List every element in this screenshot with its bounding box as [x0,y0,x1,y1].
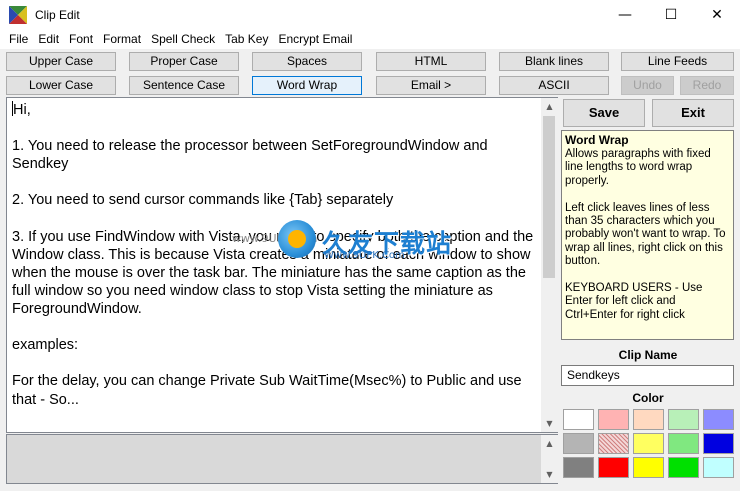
menu-spell-check[interactable]: Spell Check [146,29,220,49]
color-swatch[interactable] [633,457,664,478]
clip-name-label: Clip Name [618,348,678,362]
color-swatch[interactable] [703,409,734,430]
maximize-button[interactable]: ☐ [648,0,694,29]
menu-format[interactable]: Format [98,29,146,49]
lower-case-button[interactable]: Lower Case [6,76,116,95]
email-button[interactable]: Email > [376,76,486,95]
undo-button[interactable]: Undo [621,76,674,95]
menu-bar: File Edit Font Format Spell Check Tab Ke… [0,29,740,49]
help-panel: Word Wrap Allows paragraphs with fixed l… [561,130,734,340]
menu-edit[interactable]: Edit [33,29,64,49]
color-swatch[interactable] [563,457,594,478]
color-swatch[interactable] [598,457,629,478]
color-swatch[interactable] [563,409,594,430]
menu-file[interactable]: File [4,29,33,49]
color-swatch[interactable] [633,409,664,430]
app-icon [9,5,27,24]
upper-case-button[interactable]: Upper Case [6,52,116,71]
lower-scrollbar[interactable]: ▲ ▼ [541,435,558,483]
text-editor[interactable]: Hi, 1. You need to release the processor… [6,97,558,433]
html-button[interactable]: HTML [376,52,486,71]
color-swatch[interactable] [668,409,699,430]
scroll-thumb[interactable] [543,116,555,278]
scroll-up-icon[interactable]: ▲ [541,98,558,115]
editor-text: Hi, 1. You need to release the processor… [12,101,537,409]
lower-scroll-up-icon[interactable]: ▲ [541,435,558,452]
color-swatch[interactable] [668,433,699,454]
exit-button[interactable]: Exit [652,99,734,127]
proper-case-button[interactable]: Proper Case [129,52,239,71]
clip-name-input[interactable]: Sendkeys [561,365,734,386]
minimize-button[interactable]: — [602,0,648,29]
lower-panel [6,434,558,484]
line-feeds-button[interactable]: Line Feeds [621,52,734,71]
color-swatch[interactable] [633,433,664,454]
editor-content: Hi, 1. You need to release the processor… [12,102,534,408]
color-swatch[interactable] [563,433,594,454]
lower-scroll-down-icon[interactable]: ▼ [541,466,558,483]
window-title: Clip Edit [35,7,80,22]
ascii-button[interactable]: ASCII [499,76,609,95]
menu-tab-key[interactable]: Tab Key [220,29,273,49]
close-button[interactable]: ✕ [694,0,740,29]
blank-lines-button[interactable]: Blank lines [499,52,609,71]
color-swatch[interactable] [703,457,734,478]
editor-scrollbar[interactable]: ▲ ▼ [541,98,558,432]
save-button[interactable]: Save [563,99,645,127]
help-title: Word Wrap [565,133,629,147]
spaces-button[interactable]: Spaces [252,52,362,71]
help-body: Allows paragraphs with fixed line length… [565,148,726,321]
color-swatch[interactable] [598,433,629,454]
title-bar: Clip Edit — ☐ ✕ [0,0,740,29]
menu-font[interactable]: Font [64,29,98,49]
sentence-case-button[interactable]: Sentence Case [129,76,239,95]
color-swatch[interactable] [668,457,699,478]
scroll-down-icon[interactable]: ▼ [541,415,558,432]
color-swatch[interactable] [703,433,734,454]
redo-button[interactable]: Redo [680,76,734,95]
color-swatch[interactable] [598,409,629,430]
color-label: Color [632,391,664,405]
menu-encrypt-email[interactable]: Encrypt Email [273,29,357,49]
word-wrap-button[interactable]: Word Wrap [252,76,362,95]
